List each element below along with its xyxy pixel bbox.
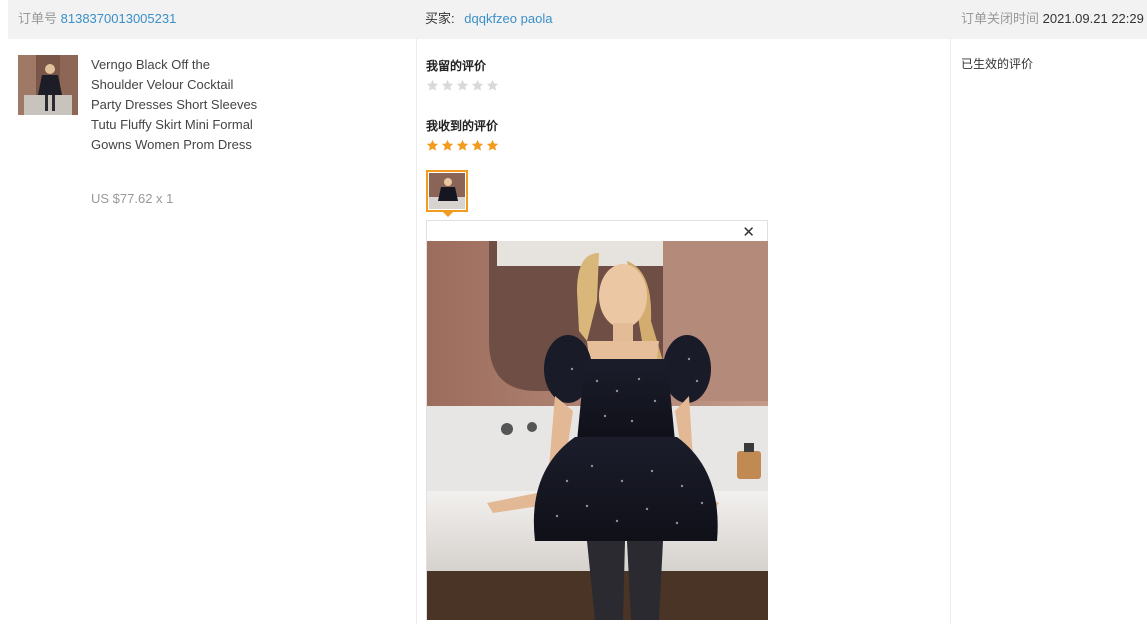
star-icon [486, 139, 499, 152]
thumbnail-caret [442, 211, 454, 217]
star-icon [471, 79, 484, 92]
buyer-label: 买家: [425, 11, 455, 26]
closed-time-value: 2021.09.21 22:29 [1042, 11, 1144, 26]
star-icon [471, 139, 484, 152]
order-header: 订单号 8138370013005231 买家: dqqkfzeo paola … [8, 0, 1147, 39]
star-icon [456, 139, 469, 152]
buyer-group: 买家: dqqkfzeo paola [425, 8, 552, 27]
review-photo-preview: ✕ [426, 220, 768, 620]
closed-time-label: 订单关闭时间 [961, 11, 1040, 26]
my-review-label: 我留的评价 [426, 59, 487, 73]
effective-review-label: 已生效的评价 [961, 57, 1034, 71]
buyer-name-link[interactable]: dqqkfzeo paola [464, 11, 552, 26]
star-icon [456, 79, 469, 92]
received-rating-stars [426, 139, 499, 153]
order-number-link[interactable]: 8138370013005231 [61, 11, 177, 26]
star-icon [426, 79, 439, 92]
column-divider [416, 39, 417, 624]
star-icon [441, 79, 454, 92]
star-icon [486, 79, 499, 92]
my-rating-stars [426, 79, 499, 93]
review-photo [427, 241, 768, 620]
closed-time-group: 订单关闭时间 2021.09.21 22:29 [961, 8, 1144, 27]
order-number-label: 订单号 [18, 11, 58, 26]
close-icon[interactable]: ✕ [742, 225, 755, 241]
column-divider [950, 39, 951, 624]
order-number-group: 订单号 8138370013005231 [18, 8, 176, 27]
product-title[interactable]: Verngo Black Off the Shoulder Velour Coc… [91, 55, 261, 155]
product-thumbnail[interactable] [18, 55, 78, 115]
review-photo-thumbnail[interactable] [426, 170, 468, 212]
received-review-label: 我收到的评价 [426, 119, 499, 133]
star-icon [441, 139, 454, 152]
product-price: US $77.62 x 1 [91, 191, 174, 206]
star-icon [426, 139, 439, 152]
